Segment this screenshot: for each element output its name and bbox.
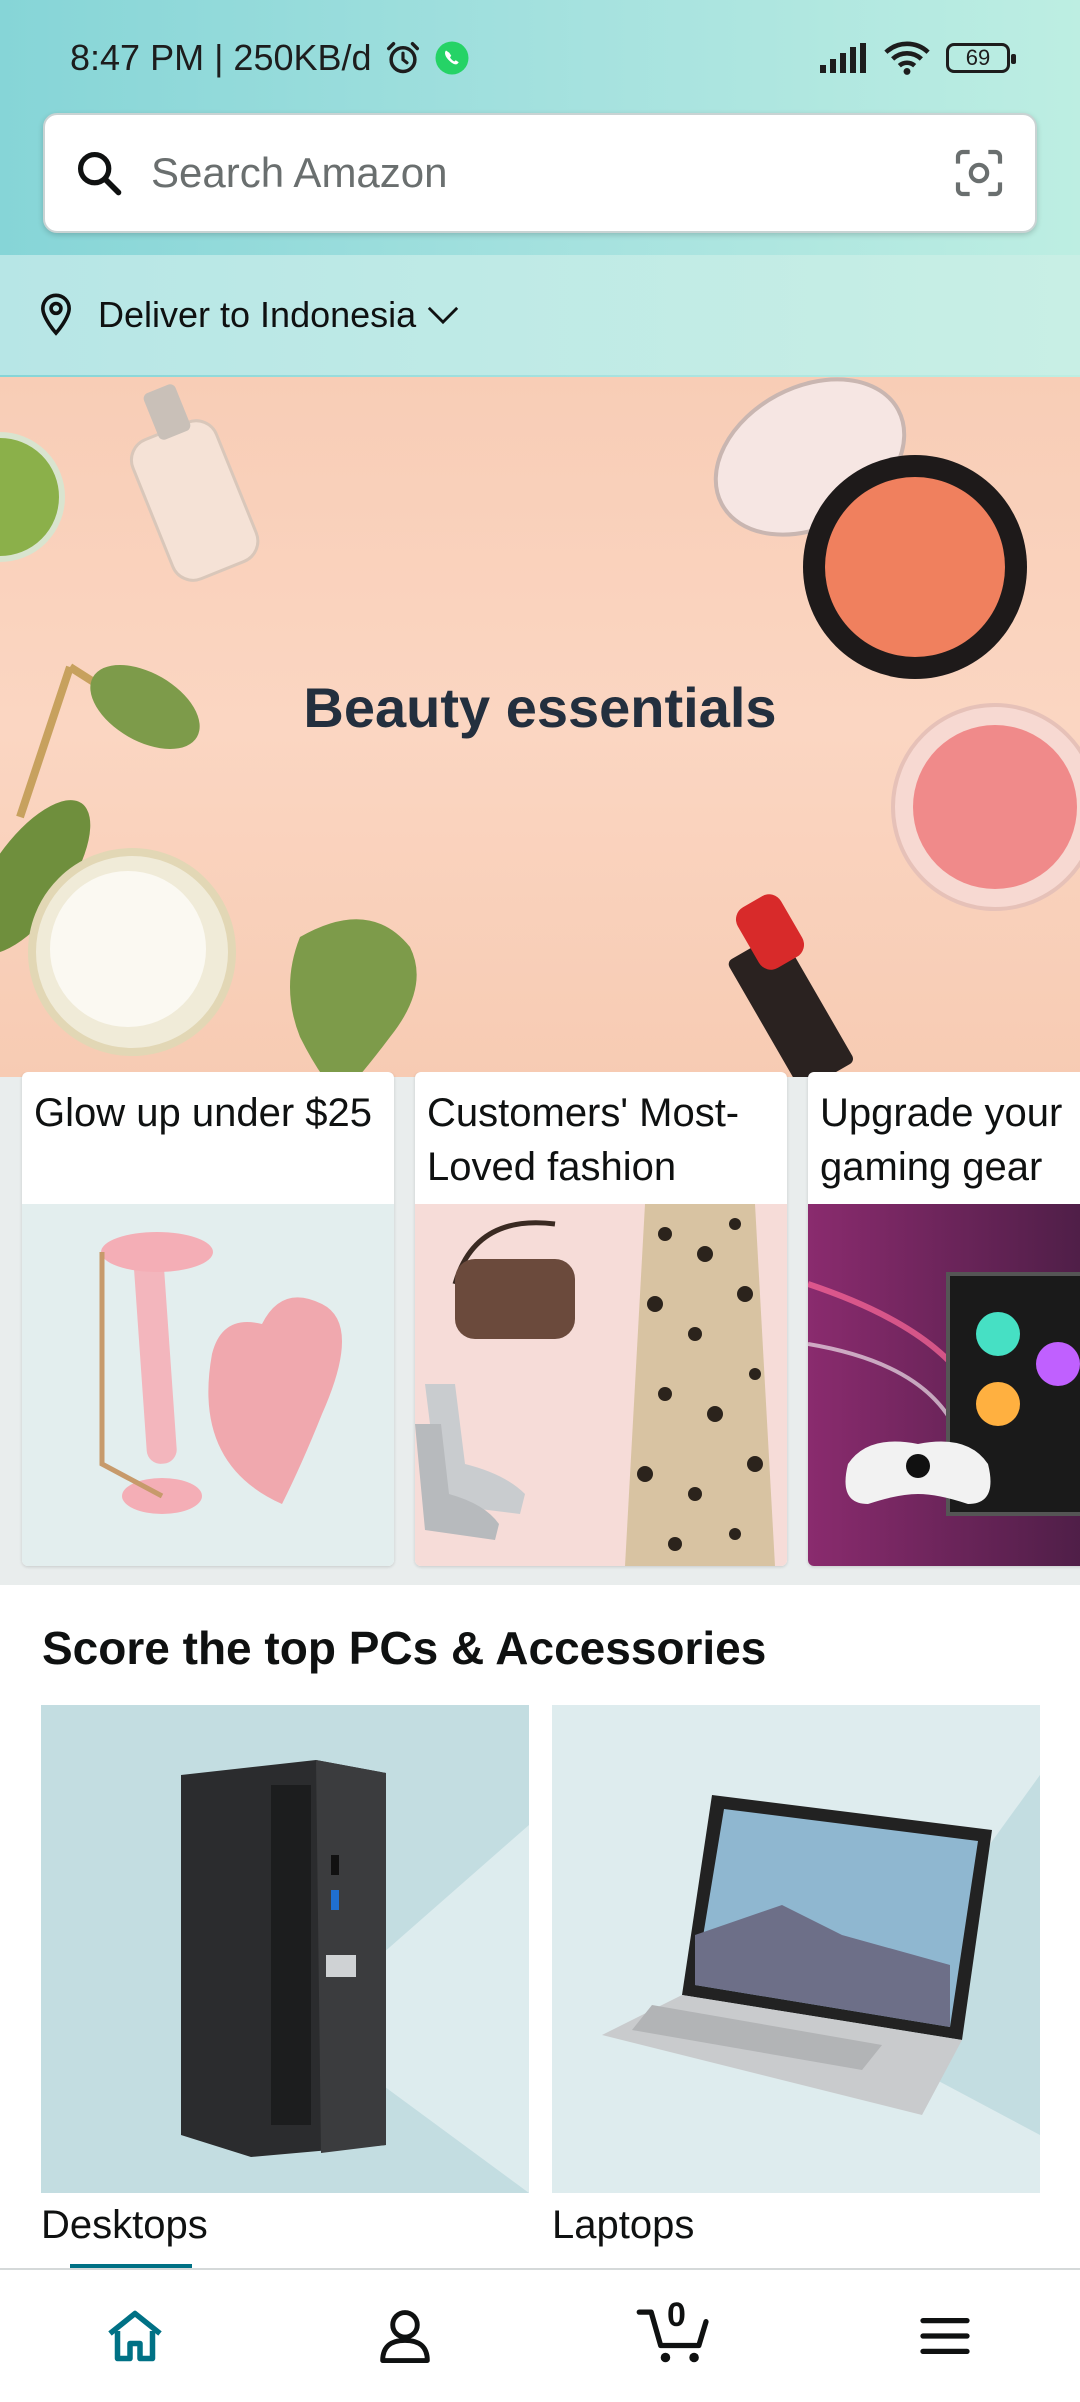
card-title: Glow up under $25 bbox=[34, 1091, 373, 1135]
gaming-gear-image bbox=[808, 1204, 1080, 1566]
home-icon[interactable] bbox=[105, 2308, 165, 2364]
whatsapp-icon bbox=[435, 41, 469, 74]
desktops-tile[interactable] bbox=[41, 1705, 529, 2193]
menu-icon[interactable] bbox=[918, 2314, 972, 2358]
search-bar[interactable] bbox=[43, 113, 1037, 233]
wifi-icon bbox=[884, 41, 930, 75]
rose-quartz-roller-image bbox=[22, 1204, 394, 1566]
hero-title: Beauty essentials bbox=[303, 676, 777, 739]
promo-card[interactable]: Customers' Most-Loved fashion bbox=[415, 1072, 787, 1566]
bottom-navigation: 0 bbox=[0, 2268, 1080, 2402]
status-bar: 8:47 PM | 250KB/d 69 bbox=[0, 0, 1080, 115]
pcs-accessories-section: Score the top PCs & Accessories Desktops… bbox=[0, 1585, 1080, 2270]
battery-indicator: 69 bbox=[946, 42, 1016, 73]
fashion-items-image bbox=[415, 1204, 787, 1566]
chevron-down-icon bbox=[428, 306, 459, 325]
nav-account[interactable] bbox=[335, 2270, 475, 2402]
nav-menu[interactable] bbox=[875, 2270, 1015, 2402]
laptop-image bbox=[552, 1705, 1040, 2193]
laptops-tile[interactable] bbox=[552, 1705, 1040, 2193]
hero-banner[interactable]: Beauty essentials bbox=[0, 377, 1080, 1077]
deliver-to-label: Deliver to Indonesia bbox=[98, 294, 417, 335]
nav-home[interactable] bbox=[65, 2270, 205, 2402]
signal-icon bbox=[820, 42, 866, 73]
promo-card[interactable]: Glow up under $25 bbox=[22, 1072, 394, 1566]
promo-cards-carousel[interactable]: Glow up under $25 Customers' Most-Loved … bbox=[0, 1072, 1080, 1587]
search-input[interactable] bbox=[149, 148, 951, 198]
laptops-label[interactable]: Laptops bbox=[552, 2203, 694, 2248]
desktops-label[interactable]: Desktops bbox=[41, 2203, 208, 2248]
camera-scan-icon[interactable] bbox=[951, 145, 1007, 201]
alarm-icon bbox=[386, 41, 419, 73]
search-icon[interactable] bbox=[73, 147, 125, 199]
promo-card[interactable]: Upgrade your gaming gear bbox=[808, 1072, 1080, 1566]
cart-count-badge: 0 bbox=[667, 2296, 686, 2334]
card-title: Customers' Most-Loved fashion bbox=[427, 1091, 740, 1189]
card-title: Upgrade your gaming gear bbox=[820, 1091, 1063, 1189]
location-pin-icon bbox=[41, 293, 71, 336]
desktop-tower-image bbox=[41, 1705, 529, 2193]
deliver-to-bar[interactable]: Deliver to Indonesia bbox=[0, 255, 1080, 375]
section-title: Score the top PCs & Accessories bbox=[42, 1622, 767, 1674]
account-icon[interactable] bbox=[378, 2307, 432, 2365]
status-time: 8:47 PM | 250KB/d bbox=[70, 36, 372, 78]
nav-cart[interactable]: 0 bbox=[605, 2270, 745, 2402]
